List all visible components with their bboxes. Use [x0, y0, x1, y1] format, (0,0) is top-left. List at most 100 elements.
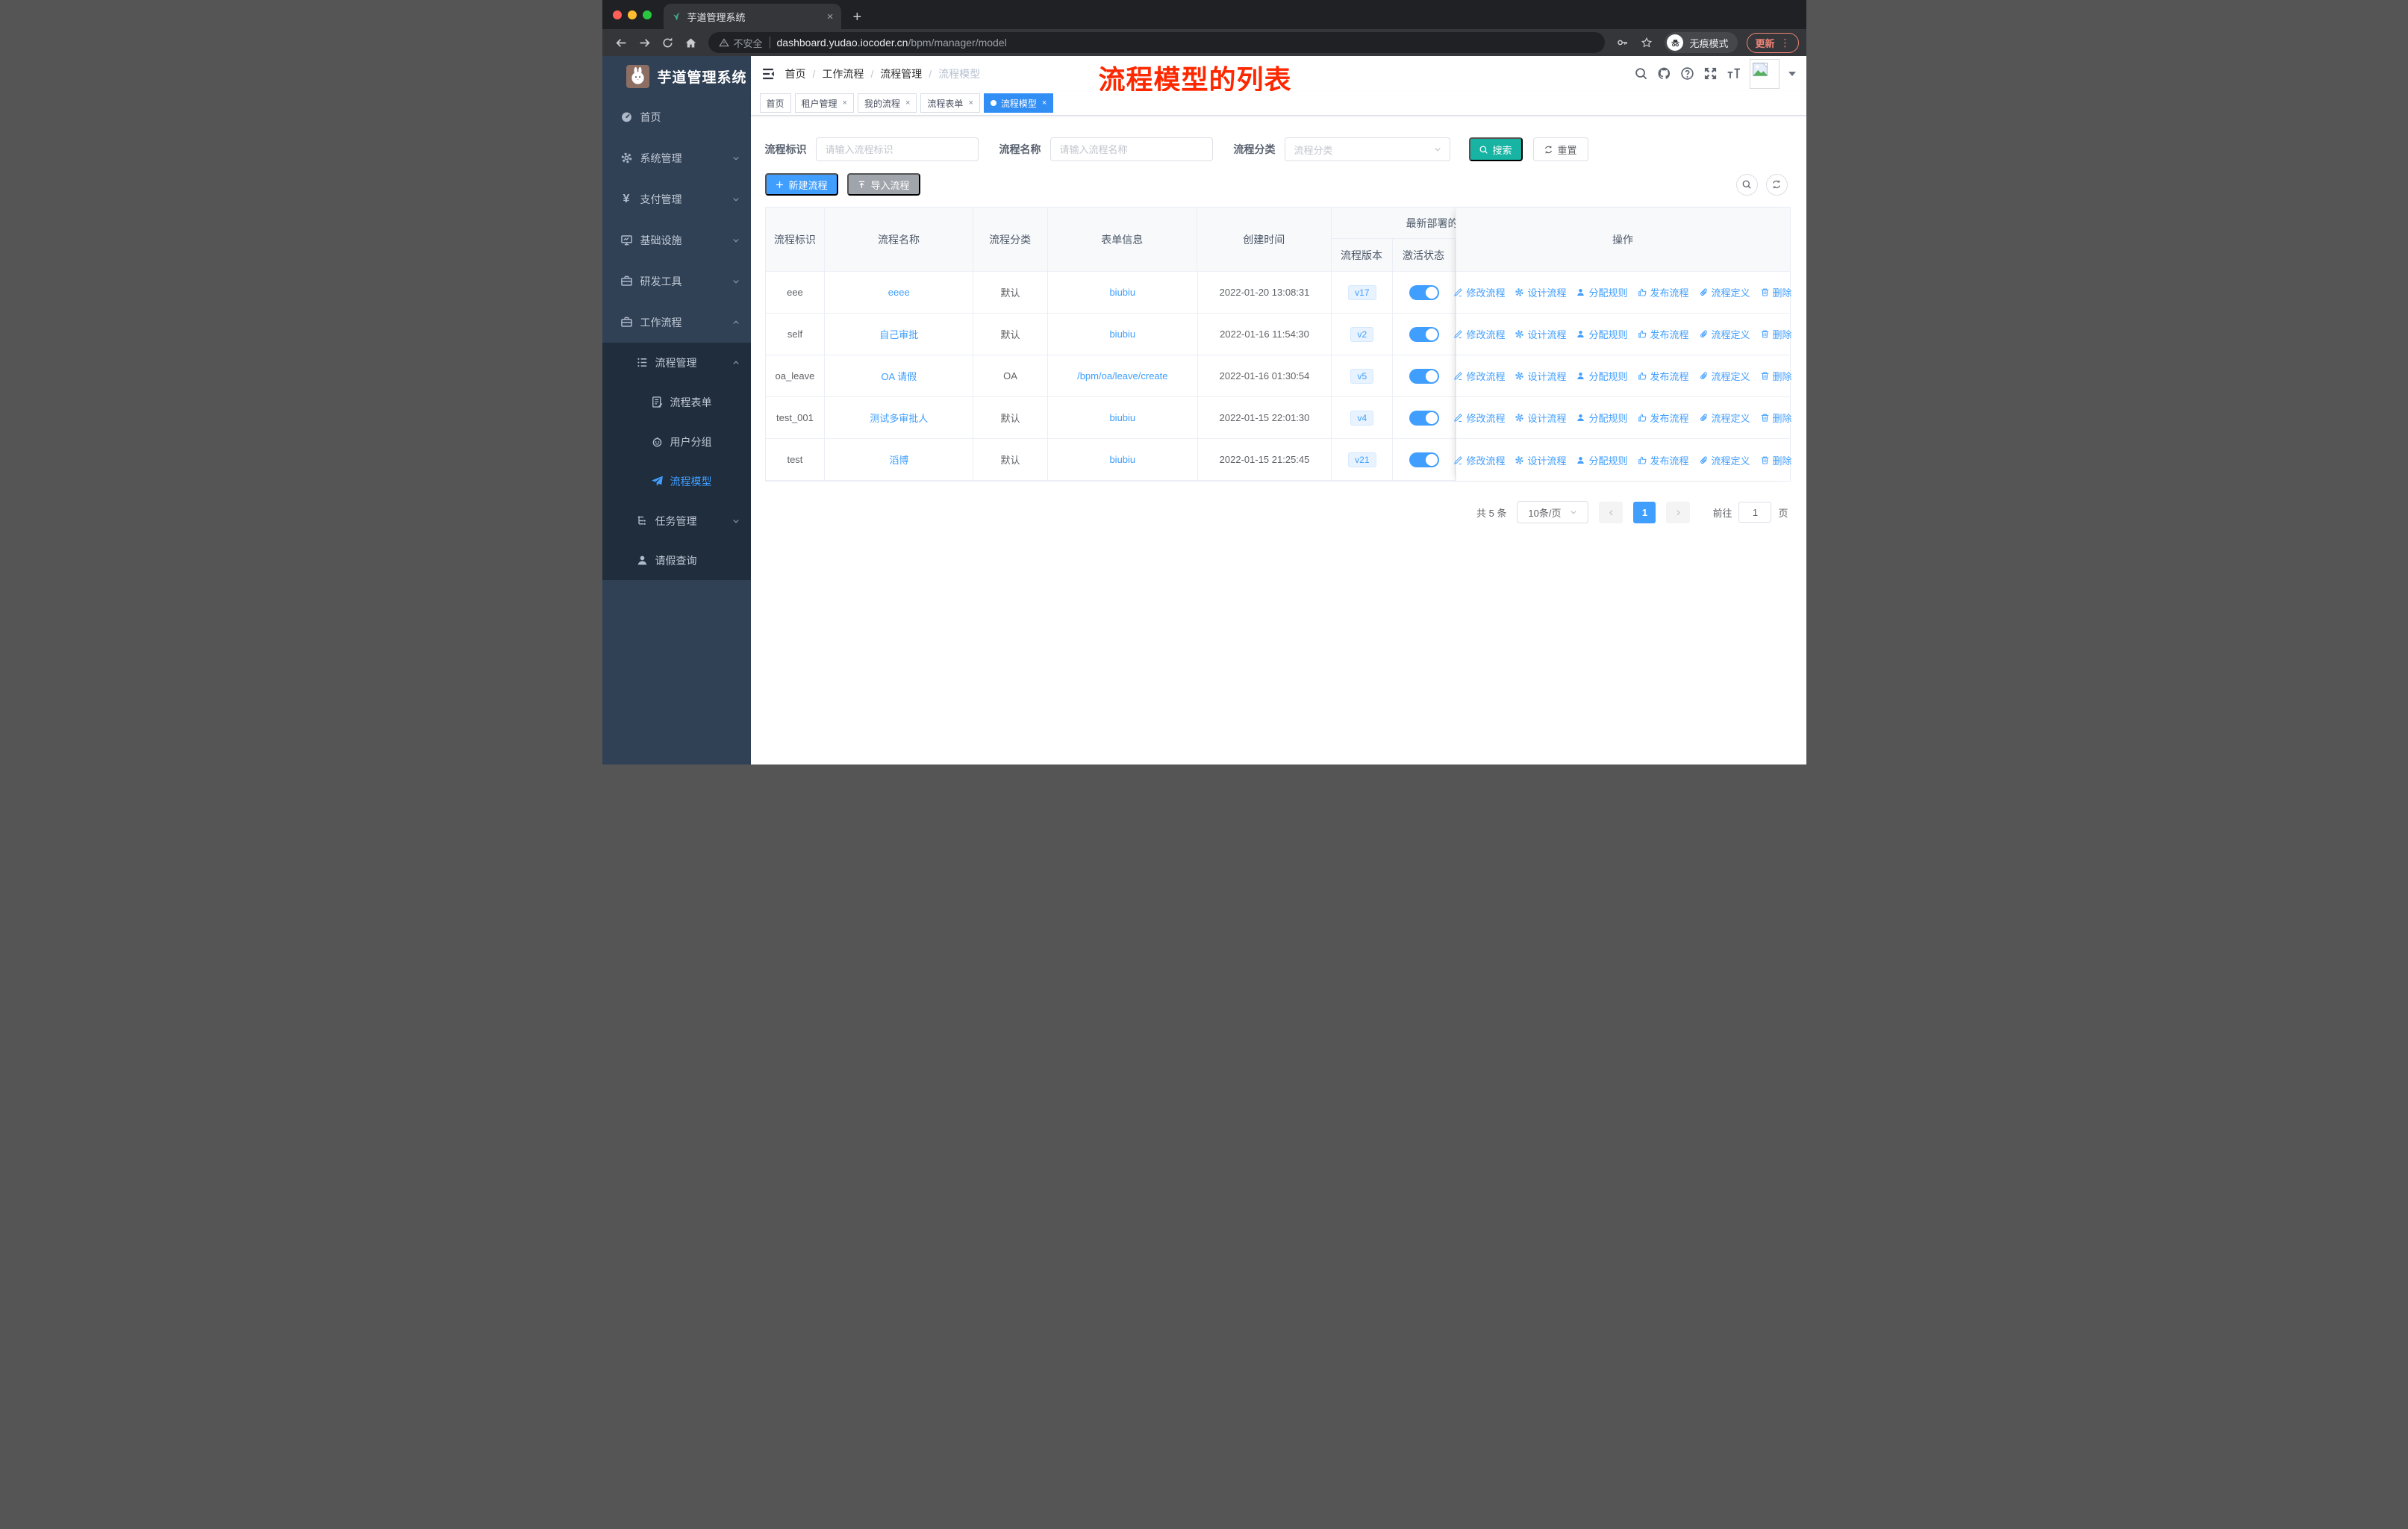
- delete-link[interactable]: 删除: [1760, 411, 1792, 425]
- active-toggle[interactable]: [1409, 284, 1439, 300]
- modify-process-link[interactable]: 修改流程: [1453, 453, 1505, 467]
- process-definition-link[interactable]: 流程定义: [1699, 327, 1750, 341]
- current-page-button[interactable]: 1: [1633, 501, 1656, 523]
- process-name-link[interactable]: eeee: [888, 287, 910, 298]
- github-icon[interactable]: [1657, 66, 1671, 81]
- category-select[interactable]: 流程分类: [1284, 137, 1450, 161]
- process-name-link[interactable]: 滔博: [889, 452, 908, 467]
- sidebar-item-infrastructure[interactable]: 基础设施: [602, 219, 751, 261]
- breadcrumb-item[interactable]: 流程管理: [880, 66, 922, 81]
- reset-button[interactable]: 重置: [1532, 137, 1588, 161]
- next-page-button[interactable]: ›: [1666, 501, 1691, 523]
- tab-close-icon[interactable]: ×: [827, 11, 834, 22]
- process-name-link[interactable]: 测试多审批人: [870, 411, 928, 425]
- assign-rule-link[interactable]: 分配规则: [1576, 285, 1628, 299]
- design-process-link[interactable]: 设计流程: [1515, 453, 1566, 467]
- process-definition-link[interactable]: 流程定义: [1699, 285, 1750, 299]
- breadcrumb-item[interactable]: 工作流程: [822, 66, 864, 81]
- reload-icon[interactable]: [661, 37, 674, 49]
- design-process-link[interactable]: 设计流程: [1515, 411, 1566, 425]
- prev-page-button[interactable]: ‹: [1599, 501, 1623, 523]
- process-definition-link[interactable]: 流程定义: [1699, 369, 1750, 383]
- password-key-icon[interactable]: [1617, 37, 1629, 49]
- process-name-link[interactable]: 自己审批: [879, 327, 918, 341]
- window-close-button[interactable]: [612, 10, 622, 19]
- design-process-link[interactable]: 设计流程: [1515, 285, 1566, 299]
- tag-close-icon[interactable]: ×: [1042, 99, 1047, 108]
- form-info-link[interactable]: biubiu: [1109, 454, 1135, 465]
- delete-link[interactable]: 删除: [1760, 327, 1792, 341]
- process-definition-link[interactable]: 流程定义: [1699, 411, 1750, 425]
- page-size-select[interactable]: 10条/页: [1517, 501, 1589, 523]
- form-info-link[interactable]: biubiu: [1109, 328, 1135, 340]
- assign-rule-link[interactable]: 分配规则: [1576, 453, 1628, 467]
- form-info-link[interactable]: biubiu: [1109, 412, 1135, 423]
- import-process-button[interactable]: 导入流程: [846, 173, 920, 196]
- refresh-table-button[interactable]: [1765, 173, 1788, 196]
- window-minimize-button[interactable]: [627, 10, 637, 19]
- sidebar-logo[interactable]: 芋道管理系统: [602, 56, 751, 96]
- form-info-link[interactable]: biubiu: [1109, 287, 1135, 298]
- sidebar-item-task-mgmt[interactable]: 任务管理: [602, 501, 751, 541]
- modify-process-link[interactable]: 修改流程: [1453, 369, 1505, 383]
- avatar[interactable]: [1749, 58, 1780, 89]
- goto-page-input[interactable]: [1738, 502, 1772, 523]
- help-icon[interactable]: [1680, 66, 1694, 81]
- search-button[interactable]: 搜索: [1468, 137, 1523, 161]
- delete-link[interactable]: 删除: [1760, 369, 1792, 383]
- fullscreen-icon[interactable]: [1703, 66, 1718, 81]
- assign-rule-link[interactable]: 分配规则: [1576, 369, 1628, 383]
- browser-tab[interactable]: 芋道管理系统 ×: [663, 4, 841, 29]
- bookmark-star-icon[interactable]: [1641, 37, 1653, 49]
- delete-link[interactable]: 删除: [1760, 285, 1792, 299]
- hamburger-icon[interactable]: [761, 66, 776, 81]
- process-definition-link[interactable]: 流程定义: [1699, 453, 1750, 467]
- design-process-link[interactable]: 设计流程: [1515, 327, 1566, 341]
- process-key-input[interactable]: [815, 137, 979, 161]
- tag-tenant-mgmt[interactable]: 租户管理 ×: [794, 93, 854, 113]
- avatar-dropdown-caret-icon[interactable]: [1788, 71, 1796, 80]
- browser-update-button[interactable]: 更新 ⋮: [1747, 32, 1799, 53]
- active-toggle[interactable]: [1409, 452, 1439, 467]
- sidebar-item-home[interactable]: 首页: [602, 96, 751, 137]
- active-toggle[interactable]: [1409, 326, 1439, 342]
- create-process-button[interactable]: 新建流程: [764, 173, 838, 196]
- show-search-button[interactable]: [1735, 173, 1758, 196]
- modify-process-link[interactable]: 修改流程: [1453, 327, 1505, 341]
- security-status[interactable]: 不安全: [719, 36, 763, 50]
- sidebar-item-system[interactable]: 系统管理: [602, 137, 751, 178]
- tag-process-model[interactable]: 流程模型 ×: [983, 93, 1054, 113]
- modify-process-link[interactable]: 修改流程: [1453, 285, 1505, 299]
- tag-process-form[interactable]: 流程表单 ×: [920, 93, 980, 113]
- window-zoom-button[interactable]: [642, 10, 652, 19]
- sidebar-item-process-form[interactable]: 流程表单: [602, 382, 751, 422]
- sidebar-item-devtools[interactable]: 研发工具: [602, 261, 751, 302]
- tag-close-icon[interactable]: ×: [843, 99, 847, 108]
- modify-process-link[interactable]: 修改流程: [1453, 411, 1505, 425]
- form-info-link[interactable]: /bpm/oa/leave/create: [1077, 370, 1167, 382]
- sidebar-item-process-mgmt[interactable]: 流程管理: [602, 343, 751, 382]
- process-name-input[interactable]: [1049, 137, 1213, 161]
- assign-rule-link[interactable]: 分配规则: [1576, 327, 1628, 341]
- font-size-icon[interactable]: [1727, 66, 1741, 81]
- back-icon[interactable]: [615, 37, 628, 49]
- forward-icon[interactable]: [638, 37, 651, 49]
- publish-process-link[interactable]: 发布流程: [1638, 285, 1689, 299]
- design-process-link[interactable]: 设计流程: [1515, 369, 1566, 383]
- process-name-link[interactable]: OA 请假: [881, 369, 917, 383]
- publish-process-link[interactable]: 发布流程: [1638, 327, 1689, 341]
- assign-rule-link[interactable]: 分配规则: [1576, 411, 1628, 425]
- sidebar-item-workflow[interactable]: 工作流程: [602, 302, 751, 343]
- publish-process-link[interactable]: 发布流程: [1638, 411, 1689, 425]
- publish-process-link[interactable]: 发布流程: [1638, 453, 1689, 467]
- sidebar-item-user-group[interactable]: 用户分组: [602, 422, 751, 461]
- url-bar[interactable]: 不安全 dashboard.yudao.iocoder.cn/bpm/manag…: [708, 32, 1606, 53]
- tag-close-icon[interactable]: ×: [905, 99, 910, 108]
- active-toggle[interactable]: [1409, 368, 1439, 384]
- sidebar-item-process-model[interactable]: 流程模型: [602, 461, 751, 501]
- delete-link[interactable]: 删除: [1760, 453, 1792, 467]
- breadcrumb-item[interactable]: 首页: [785, 66, 806, 81]
- tag-my-process[interactable]: 我的流程 ×: [857, 93, 917, 113]
- new-tab-button[interactable]: +: [841, 10, 862, 29]
- tag-home[interactable]: 首页: [759, 93, 791, 113]
